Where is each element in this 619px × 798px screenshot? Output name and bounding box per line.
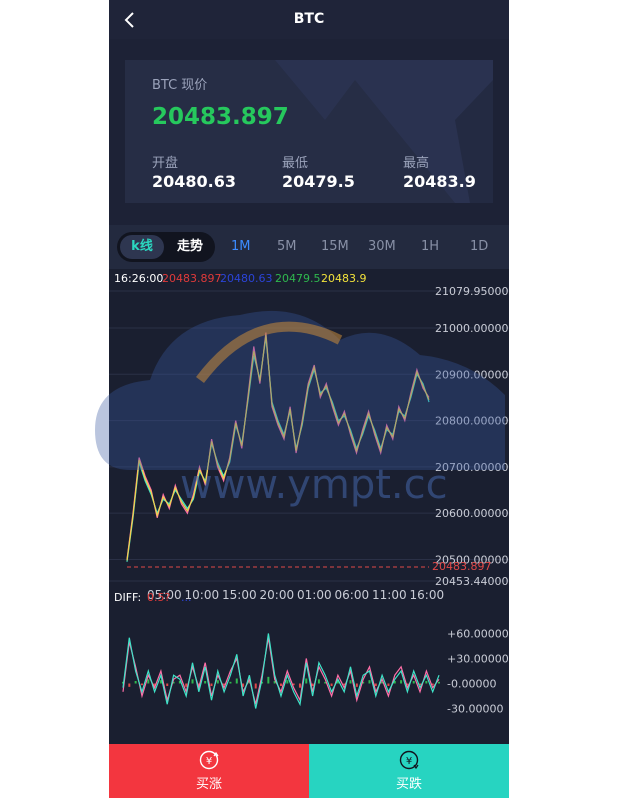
watermark-cloud-icon: [95, 310, 505, 470]
watermark-text: www.ympt.cc: [180, 462, 448, 508]
watermark: www.ympt.cc: [95, 310, 505, 508]
